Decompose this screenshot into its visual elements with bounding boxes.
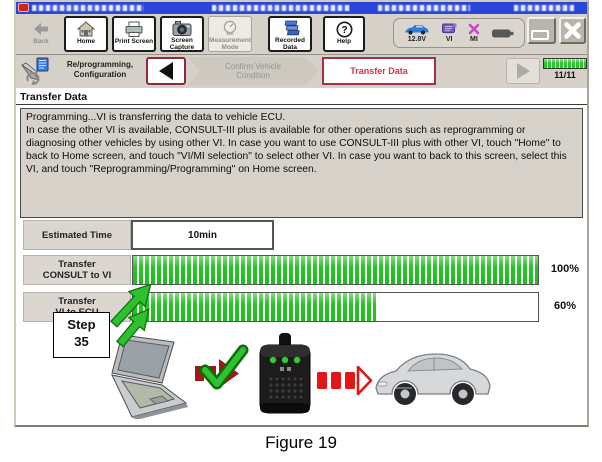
- car-illustration: [372, 344, 494, 408]
- consult-window: Back Home Print Screen Screen Capture Me: [14, 0, 589, 427]
- measurement-mode-button[interactable]: Measurement Mode: [208, 16, 252, 52]
- estimated-time-value: 10min: [131, 220, 274, 250]
- car-status-icon: [403, 23, 430, 35]
- vi-status: VI: [441, 23, 457, 44]
- transfer-consult-to-vi-progressbar: [132, 255, 539, 285]
- recorded-data-button[interactable]: Recorded Data: [268, 16, 312, 52]
- mi-x-icon: [468, 23, 480, 35]
- wizard-progress-count: 11/11: [543, 70, 587, 80]
- minimize-icon: [531, 30, 549, 40]
- close-icon: [563, 21, 582, 40]
- vi-unit-illustration: [256, 333, 314, 419]
- section-header: Transfer Data: [16, 88, 587, 105]
- wizard-bar: Re/programming, Configuration Confirm Ve…: [16, 55, 587, 89]
- recorded-data-icon: [279, 20, 301, 37]
- gauge-icon: [221, 19, 239, 37]
- data-flow-arrow-illustration: [317, 364, 373, 398]
- next-step-arrow-icon: [517, 63, 530, 79]
- progress-fill: [133, 293, 376, 321]
- mi-status: MI: [468, 23, 480, 44]
- printer-icon: [124, 20, 144, 38]
- titlebar-redacted-text: [32, 5, 144, 11]
- progress-fill: [133, 256, 538, 284]
- question-icon: ?: [336, 20, 353, 38]
- titlebar-redacted-text: [514, 5, 574, 11]
- help-button[interactable]: ? Help: [323, 16, 365, 52]
- battery-voltage-status: 12.8V: [403, 23, 430, 44]
- minimize-button[interactable]: [527, 17, 556, 44]
- toolbar: Back Home Print Screen Screen Capture Me: [16, 14, 587, 55]
- transfer-vi-to-ecu-percent: 60%: [544, 300, 586, 312]
- back-button[interactable]: Back: [22, 16, 60, 52]
- titlebar-redacted-text: [212, 5, 350, 11]
- reprogramming-hand-icon: [20, 57, 50, 90]
- mode-label: Re/programming, Configuration: [52, 60, 148, 80]
- step-confirm-vehicle-condition: Confirm Vehicle Condition: [188, 57, 318, 85]
- transfer-vi-to-ecu-progressbar: [132, 292, 539, 322]
- previous-step-arrow-icon: [159, 62, 173, 80]
- wizard-progress-bar: [543, 58, 587, 69]
- camera-icon: [172, 20, 192, 37]
- battery-icon: [491, 27, 515, 40]
- instruction-message: Programming...VI is transferring the dat…: [20, 108, 583, 218]
- next-step-button[interactable]: [506, 58, 540, 84]
- check-arrow-illustration: [193, 344, 257, 402]
- wizard-progress-indicator: 11/11: [543, 58, 587, 80]
- step-transfer-data-current: Transfer Data: [322, 57, 436, 85]
- home-icon: [77, 20, 95, 38]
- home-button[interactable]: Home: [64, 16, 108, 52]
- page-title: Transfer Data: [20, 91, 87, 103]
- back-arrow-icon: [32, 20, 50, 38]
- titlebar-redacted-text: [378, 5, 470, 11]
- svg-text:?: ?: [341, 25, 347, 36]
- vi-device-icon: [441, 23, 457, 35]
- screen-capture-button[interactable]: Screen Capture: [160, 16, 204, 52]
- app-icon: [18, 3, 29, 12]
- connection-status-panel: 12.8V VI MI: [393, 18, 525, 48]
- step-callout: Step 35: [53, 312, 110, 358]
- transfer-consult-to-vi-percent: 100%: [544, 263, 586, 275]
- estimated-time-label: Estimated Time: [23, 220, 131, 250]
- close-button[interactable]: [559, 17, 586, 44]
- previous-step-button[interactable]: [146, 57, 186, 85]
- figure-caption: Figure 19: [0, 433, 602, 453]
- titlebar: [16, 2, 587, 14]
- print-screen-button[interactable]: Print Screen: [112, 16, 156, 52]
